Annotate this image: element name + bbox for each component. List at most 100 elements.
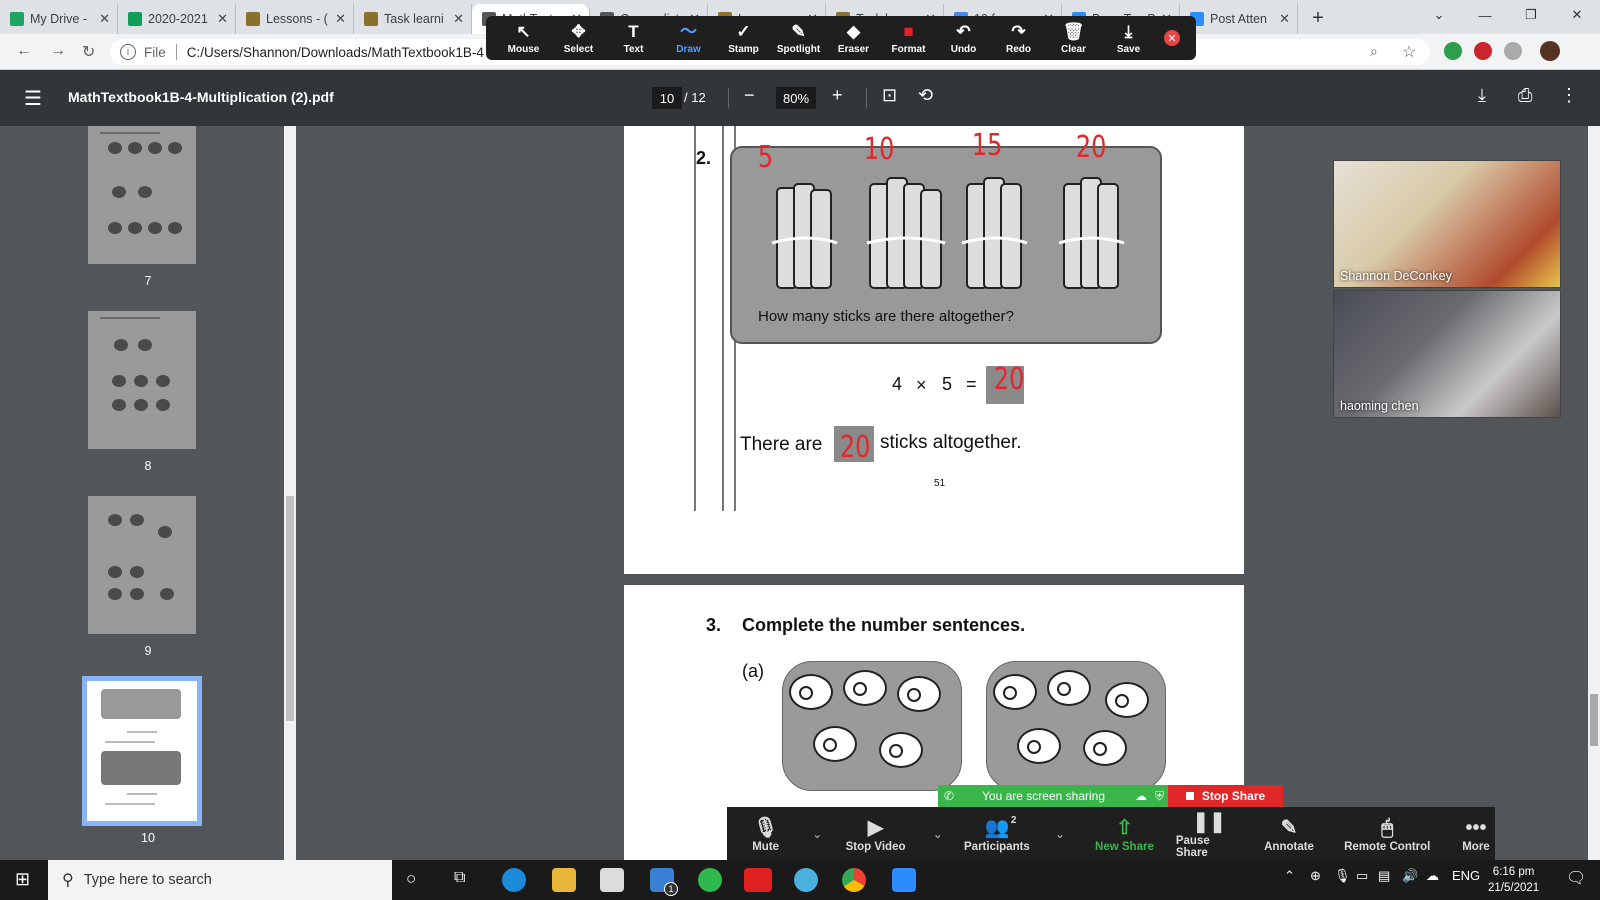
- part-label: (a): [742, 661, 764, 681]
- tab-post-attendance[interactable]: Post Atten ✕: [1180, 4, 1298, 34]
- thumbnail-page-7[interactable]: [88, 126, 196, 264]
- tray-microphone-icon[interactable]: 🎙: [1334, 868, 1351, 884]
- annotate-eraser-button[interactable]: ◆ Eraser: [826, 22, 881, 55]
- annotate-format-button[interactable]: ■ Format: [881, 22, 936, 55]
- volume-icon[interactable]: 🔊: [1402, 868, 1418, 884]
- annotate-spotlight-button[interactable]: ✎ Spotlight: [771, 22, 826, 55]
- handwritten-answer: 20: [993, 362, 1025, 397]
- network-icon[interactable]: ▤: [1378, 868, 1390, 884]
- stop-video-button[interactable]: ▶ Stop Video: [840, 815, 910, 853]
- file-explorer-icon[interactable]: [552, 868, 576, 892]
- profile-avatar[interactable]: [1540, 41, 1560, 61]
- close-icon[interactable]: ✕: [217, 11, 228, 27]
- mute-button[interactable]: 🎙 Mute: [739, 815, 792, 853]
- notifications-icon[interactable]: 🗨: [1566, 868, 1586, 888]
- more-dots-icon: •••: [1465, 816, 1487, 839]
- close-icon[interactable]: ✕: [453, 11, 464, 27]
- thumbnail-page-9[interactable]: [88, 496, 196, 634]
- sidebar-scrollbar[interactable]: [284, 126, 296, 860]
- zoom-lens-icon[interactable]: ⌕: [1370, 43, 1378, 60]
- chat-app-icon[interactable]: [698, 868, 722, 892]
- participants-button[interactable]: 👥 2 Participants: [959, 815, 1035, 853]
- profile-dropdown-icon[interactable]: ⌄: [1416, 0, 1462, 30]
- fit-page-icon[interactable]: ⊡: [882, 85, 897, 106]
- annotate-draw-button[interactable]: 〜 Draw: [661, 22, 716, 55]
- taskbar-clock[interactable]: 6:16 pm 21/5/2021: [1488, 864, 1539, 896]
- forward-icon[interactable]: →: [50, 42, 66, 60]
- more-button[interactable]: ••• More: [1457, 815, 1495, 853]
- annotate-clear-button[interactable]: 🗑 Clear: [1046, 22, 1101, 55]
- extensions-puzzle-icon[interactable]: [1504, 42, 1522, 60]
- chevron-down-icon[interactable]: ⌄: [812, 827, 822, 841]
- microsoft-store-icon[interactable]: [600, 868, 624, 892]
- close-icon[interactable]: ✕: [1279, 11, 1290, 27]
- tab-2020-2021[interactable]: 2020-2021 ✕: [118, 4, 236, 34]
- annotate-undo-button[interactable]: ↶ Undo: [936, 22, 991, 55]
- close-annotation-icon[interactable]: ✕: [1164, 30, 1180, 46]
- tab-my-drive[interactable]: My Drive - ✕: [0, 4, 118, 34]
- reload-icon[interactable]: ↻: [82, 42, 95, 62]
- page-number-input[interactable]: 10: [652, 87, 682, 109]
- zoom-out-icon[interactable]: −: [744, 85, 755, 106]
- thumbnail-page-10[interactable]: [82, 676, 202, 826]
- zoom-in-icon[interactable]: +: [832, 85, 843, 106]
- viewer-scrollbar[interactable]: [1588, 126, 1600, 860]
- screen-sharing-indicator[interactable]: ✆ You are screen sharing ☁ ⛨: [938, 785, 1170, 807]
- pause-share-button[interactable]: ❚❚ Pause Share: [1176, 809, 1243, 859]
- chrome-icon[interactable]: [842, 868, 866, 892]
- more-options-icon[interactable]: ⋮: [1560, 85, 1578, 106]
- tab-lessons[interactable]: Lessons - (✕: [236, 4, 354, 34]
- annotate-save-button[interactable]: ⤓ Save: [1101, 22, 1156, 55]
- task-view-icon[interactable]: ⧉: [454, 869, 465, 887]
- window-close-icon[interactable]: ✕: [1554, 0, 1600, 30]
- tray-chevron-icon[interactable]: ⌃: [1284, 868, 1295, 884]
- annotate-select-button[interactable]: ✥ Select: [551, 22, 606, 55]
- chevron-down-icon[interactable]: ⌄: [933, 827, 943, 841]
- windows-start-icon[interactable]: ⊞: [15, 869, 30, 890]
- restore-icon[interactable]: ❐: [1508, 0, 1554, 30]
- download-icon[interactable]: ⤓: [1478, 85, 1486, 106]
- move-arrows-icon: ✥: [571, 21, 586, 41]
- bookmark-star-icon[interactable]: ☆: [1402, 42, 1416, 62]
- viewer-scroll-thumb[interactable]: [1590, 694, 1598, 746]
- battery-icon[interactable]: ▭: [1356, 868, 1368, 884]
- close-icon[interactable]: ✕: [99, 11, 110, 27]
- sidebar-scroll-thumb[interactable]: [286, 496, 294, 721]
- pdf-page-51: 2. How many sticks are there altogether?…: [624, 126, 1244, 574]
- print-icon[interactable]: ⎙: [1518, 85, 1532, 106]
- cloud-sync-icon[interactable]: ☁: [1426, 868, 1439, 884]
- sharing-status-text: You are screen sharing: [982, 789, 1106, 803]
- zoom-app-icon[interactable]: [892, 868, 916, 892]
- cortana-icon[interactable]: ○: [406, 869, 416, 889]
- language-indicator[interactable]: ENG: [1452, 868, 1480, 883]
- close-icon[interactable]: ✕: [335, 11, 346, 27]
- tray-device-icon[interactable]: ⊕: [1310, 868, 1321, 884]
- new-share-button[interactable]: ⇧ New Share: [1093, 815, 1156, 853]
- zoom-level-input[interactable]: 80%: [776, 87, 816, 109]
- annotate-button[interactable]: ✎ Annotate: [1260, 815, 1317, 853]
- tutor-app-icon[interactable]: [794, 868, 818, 892]
- taskbar-search-input[interactable]: ⚲ Type here to search: [48, 860, 392, 900]
- edge-icon[interactable]: [502, 868, 526, 892]
- tab-task-learning[interactable]: Task learni ✕: [354, 4, 472, 34]
- info-icon[interactable]: i: [120, 44, 136, 60]
- new-tab-button[interactable]: +: [1304, 4, 1332, 32]
- fish-image: [789, 674, 833, 710]
- thumbnail-page-8[interactable]: [88, 311, 196, 449]
- remote-control-button[interactable]: 🖱 Remote Control: [1342, 815, 1433, 853]
- annotate-text-button[interactable]: T Text: [606, 22, 661, 55]
- rotate-icon[interactable]: ⟲: [918, 85, 933, 106]
- extension-icon[interactable]: [1444, 42, 1462, 60]
- stop-share-button[interactable]: Stop Share: [1168, 785, 1283, 807]
- chevron-down-icon[interactable]: ⌄: [1055, 827, 1065, 841]
- minimize-icon[interactable]: —: [1462, 0, 1508, 30]
- annotate-redo-button[interactable]: ↷ Redo: [991, 22, 1046, 55]
- ublock-icon[interactable]: [1474, 42, 1492, 60]
- annotate-stamp-button[interactable]: ✓ Stamp: [716, 22, 771, 55]
- video-tile-shannon[interactable]: Shannon DeConkey: [1333, 160, 1561, 288]
- annotate-mouse-button[interactable]: ↖ Mouse: [496, 22, 551, 55]
- tutor-group-icon[interactable]: [744, 868, 772, 892]
- video-tile-haoming[interactable]: haoming chen: [1333, 290, 1561, 418]
- hamburger-menu-icon[interactable]: ☰: [24, 86, 42, 111]
- back-icon[interactable]: ←: [16, 42, 32, 60]
